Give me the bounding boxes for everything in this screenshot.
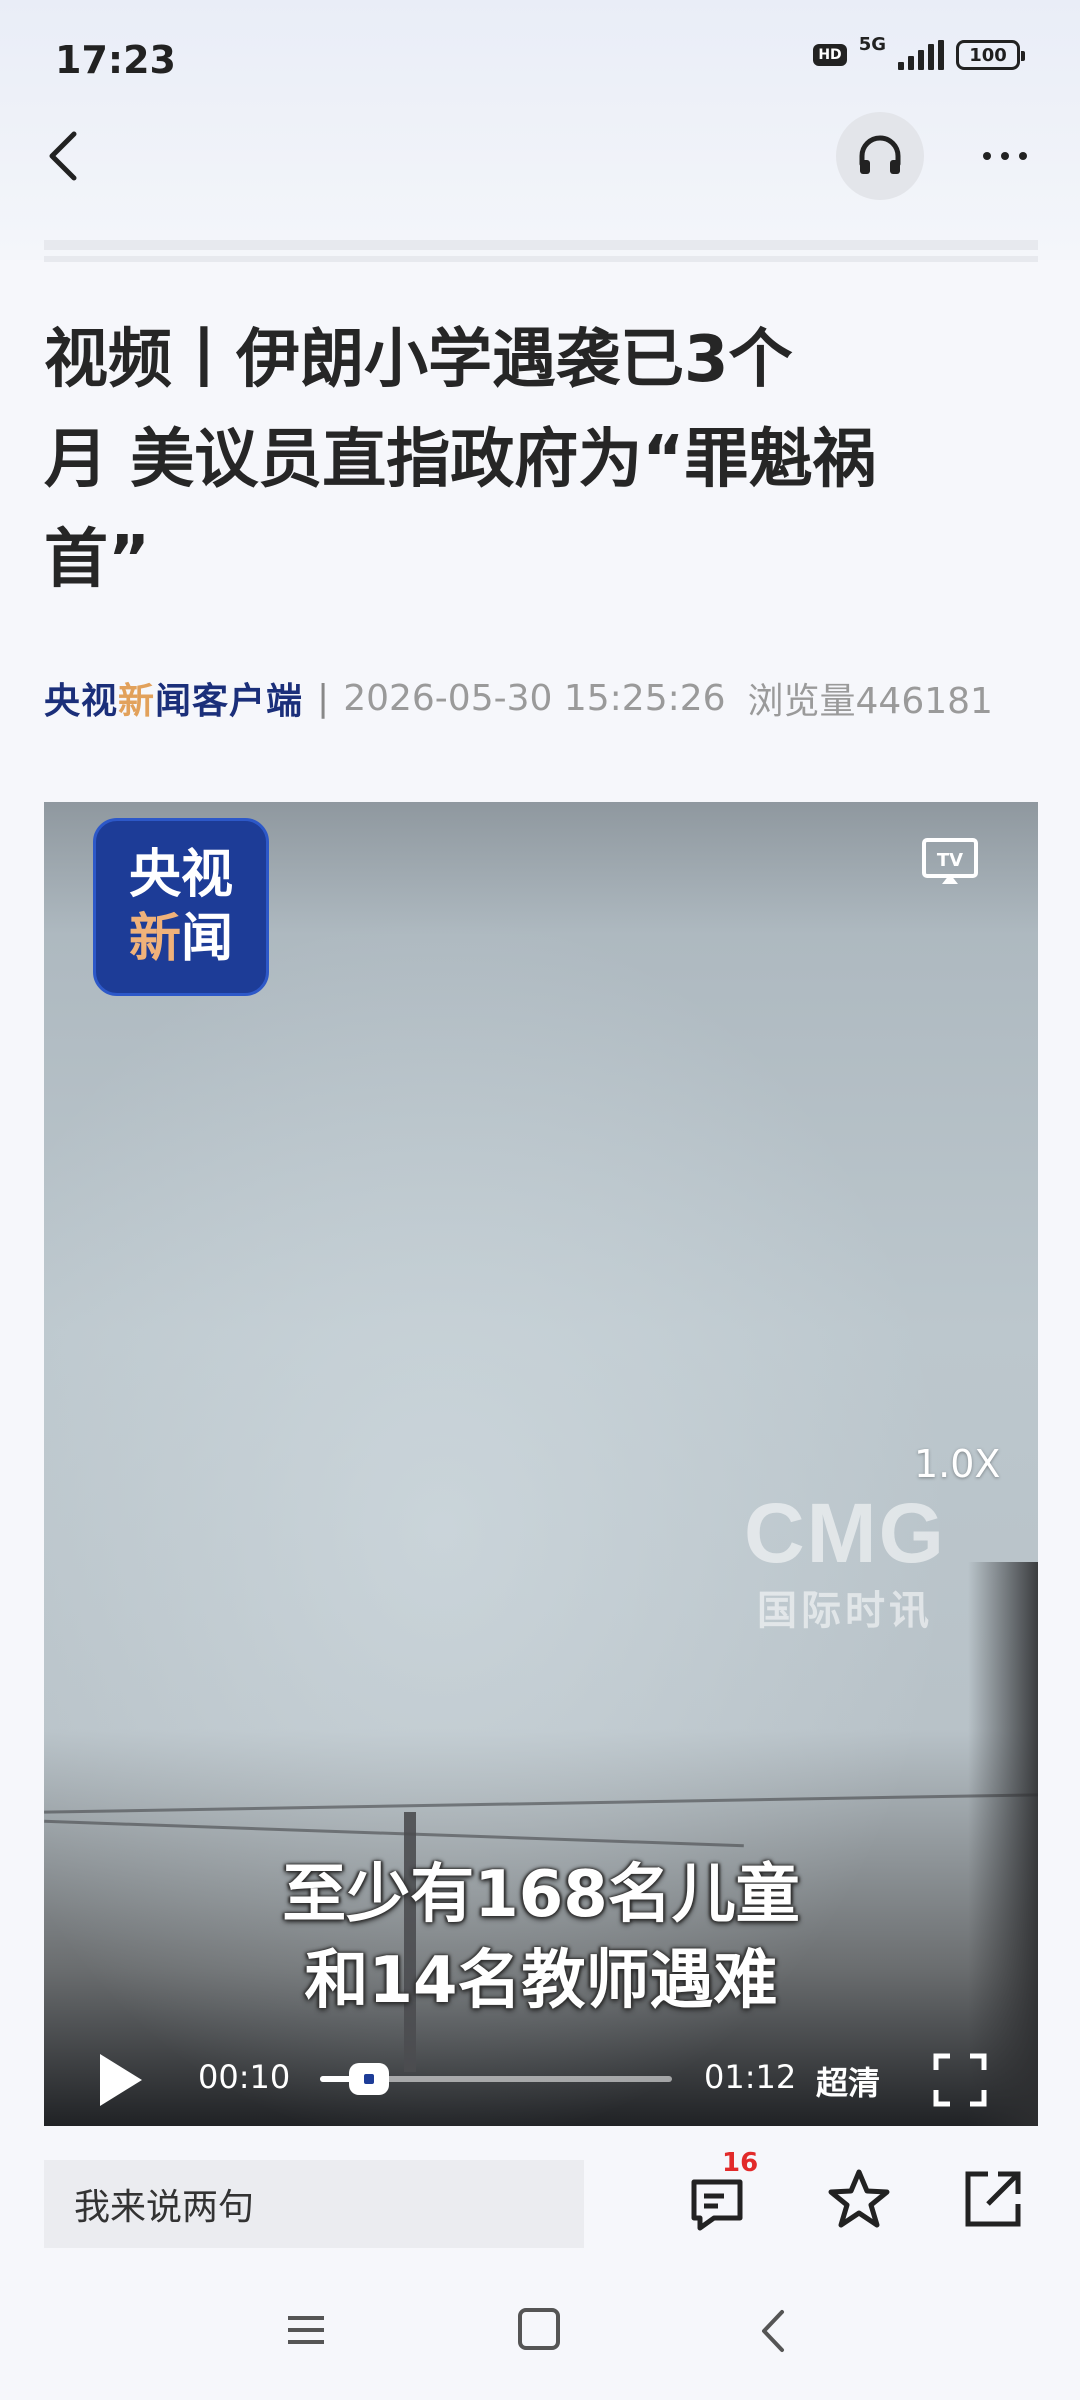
share-icon [965,2171,1021,2227]
star-icon [828,2169,890,2228]
headphones-icon [859,135,901,174]
status-bar: 17:23 HD 5G 100 [0,0,1080,120]
video-player[interactable]: 央视 新闻 TV 1.0X CMG 国际时讯 至少有168名儿童 和14名教师遇… [44,802,1038,2126]
hd-badge: HD [813,44,847,66]
cmg-watermark: CMG 国际时讯 [744,1486,946,1634]
recent-apps-button[interactable] [286,2310,326,2350]
chevron-left-icon [49,131,77,181]
progress-bar[interactable] [320,2063,672,2095]
cctv-news-logo: 央视 新闻 [93,818,269,996]
headline-line: 月 美议员直指政府为“罪魁祸 [44,423,877,497]
more-dots-icon [983,152,991,160]
playback-speed[interactable]: 1.0X [914,1442,1000,1486]
battery-icon: 100 [956,40,1025,70]
headline-line: 首” [44,523,151,597]
video-subtitle: 至少有168名儿童 和14名教师遇难 [282,1858,800,2018]
comment-icon [691,2179,743,2231]
network-label: 5G [858,34,886,55]
comments-button[interactable] [684,2168,754,2238]
status-time: 17:23 [55,38,176,82]
status-indicators: HD 5G 100 [813,34,1025,70]
view-count: 浏览量446181 [747,681,993,722]
video-controls: 00:10 01:12 超清 [44,2022,1038,2122]
system-navigation [0,2290,1080,2380]
menu-icon [288,2316,324,2344]
fullscreen-button[interactable] [932,2052,988,2108]
tv-cast-icon: TV [922,838,978,884]
comment-input[interactable]: 我来说两句 [44,2160,584,2248]
back-button[interactable] [40,120,90,190]
chevron-left-icon [762,2310,784,2352]
home-button[interactable] [518,2308,560,2350]
fullscreen-icon [933,2053,987,2107]
svg-text:TV: TV [937,850,963,871]
current-time: 00:10 [198,2058,291,2096]
play-icon[interactable] [100,2054,142,2106]
total-time: 01:12 [704,2058,797,2096]
share-button[interactable] [960,2166,1026,2232]
comment-bar: 我来说两句 16 [0,2140,1080,2270]
article-meta: 央视新闻客户端 | 2026-05-30 15:25:26 浏览量446181 [44,670,993,726]
source-name[interactable]: 央视新闻客户端 [44,672,303,724]
cast-tv-button[interactable]: TV [920,836,980,888]
quality-selector[interactable]: 超清 [816,2058,880,2104]
listen-button[interactable] [836,112,924,200]
progress-knob[interactable] [348,2063,389,2095]
favorite-button[interactable] [824,2164,894,2234]
publish-date: 2026-05-30 15:25:26 [343,677,726,719]
more-button[interactable] [970,128,1040,184]
headline-line: 视频丨伊朗小学遇袭已3个 [44,323,793,397]
comment-count-badge: 16 [722,2148,759,2178]
divider [44,256,1038,262]
system-back-button[interactable] [754,2306,794,2356]
divider [44,240,1038,250]
article-headline: 视频丨伊朗小学遇袭已3个 月 美议员直指政府为“罪魁祸 首” [44,310,1004,610]
meta-separator: | [317,677,330,719]
signal-icon [898,40,944,70]
